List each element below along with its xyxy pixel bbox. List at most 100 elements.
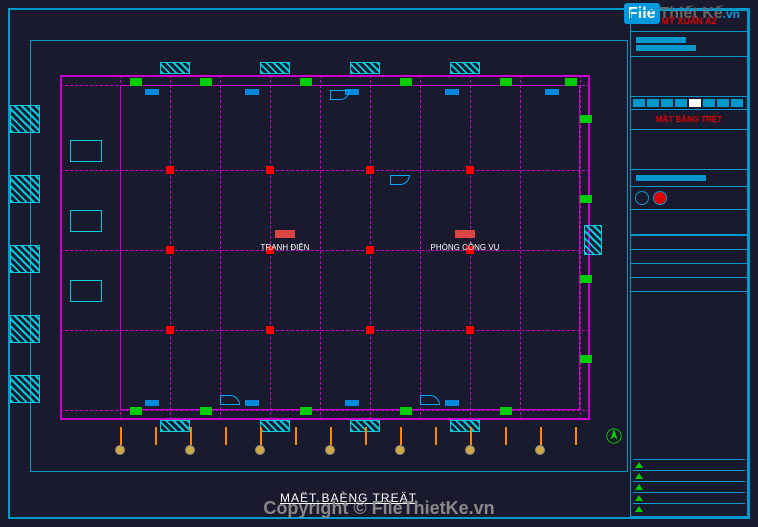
room-tag	[275, 230, 295, 238]
dimension-tick	[435, 427, 437, 445]
dimension-tick	[365, 427, 367, 445]
tb-spacer	[631, 57, 747, 97]
dimension-tick	[575, 427, 577, 445]
wall-fixture	[445, 89, 459, 95]
watermark-copyright: Copyright © FileThietKe.vn	[263, 498, 494, 519]
dimension-tick	[225, 427, 227, 445]
project-name: MỸ XUÂN A2	[631, 11, 747, 32]
triangle-icon	[635, 484, 643, 490]
tb-cell	[675, 99, 687, 107]
grid-bubble	[115, 445, 125, 455]
plan-inner-wall	[120, 85, 580, 410]
grid-line-v	[520, 75, 521, 420]
legend-row	[633, 503, 745, 514]
left-detail-box	[70, 140, 102, 162]
legend-row	[633, 492, 745, 503]
left-structure	[60, 85, 118, 410]
dimension-tick	[400, 427, 402, 445]
grid-line-h	[60, 330, 590, 331]
room-label: PHÒNG CÔNG VỤ	[431, 243, 500, 252]
legend-row	[633, 470, 745, 481]
column-mark	[266, 326, 274, 334]
green-marker	[400, 78, 412, 86]
left-detail-box	[70, 210, 102, 232]
foundation-hatch	[10, 245, 40, 273]
cad-canvas[interactable]: FileThiết Kế.vn	[0, 0, 758, 527]
column-mark	[466, 166, 474, 174]
room-label: TRANH ĐIỆN	[261, 243, 310, 252]
table-row	[631, 235, 747, 249]
grid-line-v	[120, 75, 121, 420]
left-detail-box	[70, 280, 102, 302]
green-marker	[200, 78, 212, 86]
foundation-hatch	[10, 105, 40, 133]
tb-spacer	[631, 130, 747, 170]
column-mark	[366, 326, 374, 334]
wall-fixture	[345, 400, 359, 406]
table-row	[631, 249, 747, 263]
tb-cell	[647, 99, 659, 107]
title-block: MỸ XUÂN A2 MẶT BẰNG TRỆT	[630, 10, 748, 517]
dimension-tick	[190, 427, 192, 445]
wall-fixture	[445, 400, 459, 406]
green-marker	[300, 78, 312, 86]
tb-field	[636, 37, 686, 43]
dimension-tick	[505, 427, 507, 445]
tb-cell	[689, 99, 701, 107]
tb-icons-row	[631, 187, 747, 210]
grid-bubble	[465, 445, 475, 455]
foundation-hatch	[260, 420, 290, 432]
triangle-icon	[635, 462, 643, 468]
legend-row	[633, 459, 745, 470]
foundation-hatch	[450, 420, 480, 432]
north-arrow-icon	[605, 427, 623, 445]
foundation-hatch	[450, 62, 480, 74]
wall-fixture	[145, 400, 159, 406]
green-marker	[130, 78, 142, 86]
grid-line-v	[220, 75, 221, 420]
green-marker	[580, 275, 592, 283]
dimension-tick	[260, 427, 262, 445]
grid-bubble	[325, 445, 335, 455]
wall-fixture	[145, 89, 159, 95]
tb-legend	[633, 459, 745, 514]
foundation-hatch	[10, 175, 40, 203]
grid-line-h	[60, 170, 590, 171]
grid-line-v	[420, 75, 421, 420]
tb-row	[631, 32, 747, 57]
green-marker	[565, 78, 577, 86]
table-row	[631, 277, 747, 291]
dimension-tick	[540, 427, 542, 445]
dimension-tick	[470, 427, 472, 445]
foundation-hatch	[160, 62, 190, 74]
column-mark	[466, 326, 474, 334]
green-marker	[200, 407, 212, 415]
green-marker	[580, 115, 592, 123]
room-tag	[455, 230, 475, 238]
grid-bubble	[535, 445, 545, 455]
triangle-icon	[635, 506, 643, 512]
dimension-tick	[120, 427, 122, 445]
triangle-icon	[635, 473, 643, 479]
column-mark	[166, 166, 174, 174]
foundation-hatch	[350, 62, 380, 74]
wall-fixture	[545, 89, 559, 95]
triangle-icon	[635, 495, 643, 501]
green-marker	[580, 355, 592, 363]
grid-line-v	[320, 75, 321, 420]
tb-cell	[703, 99, 715, 107]
green-marker	[130, 407, 142, 415]
dimension-tick	[155, 427, 157, 445]
column-mark	[266, 166, 274, 174]
green-marker	[500, 407, 512, 415]
floor-plan[interactable]: TRANH ĐIỆN PHÒNG CÔNG VỤ	[60, 75, 590, 420]
tb-cell	[661, 99, 673, 107]
tb-cell	[717, 99, 729, 107]
grid-line-h	[60, 250, 590, 251]
grid-bubble	[395, 445, 405, 455]
tb-spacer	[631, 210, 747, 235]
tb-circle-icon	[635, 191, 649, 205]
green-marker	[400, 407, 412, 415]
dimension-tick	[330, 427, 332, 445]
tb-cell	[633, 99, 645, 107]
